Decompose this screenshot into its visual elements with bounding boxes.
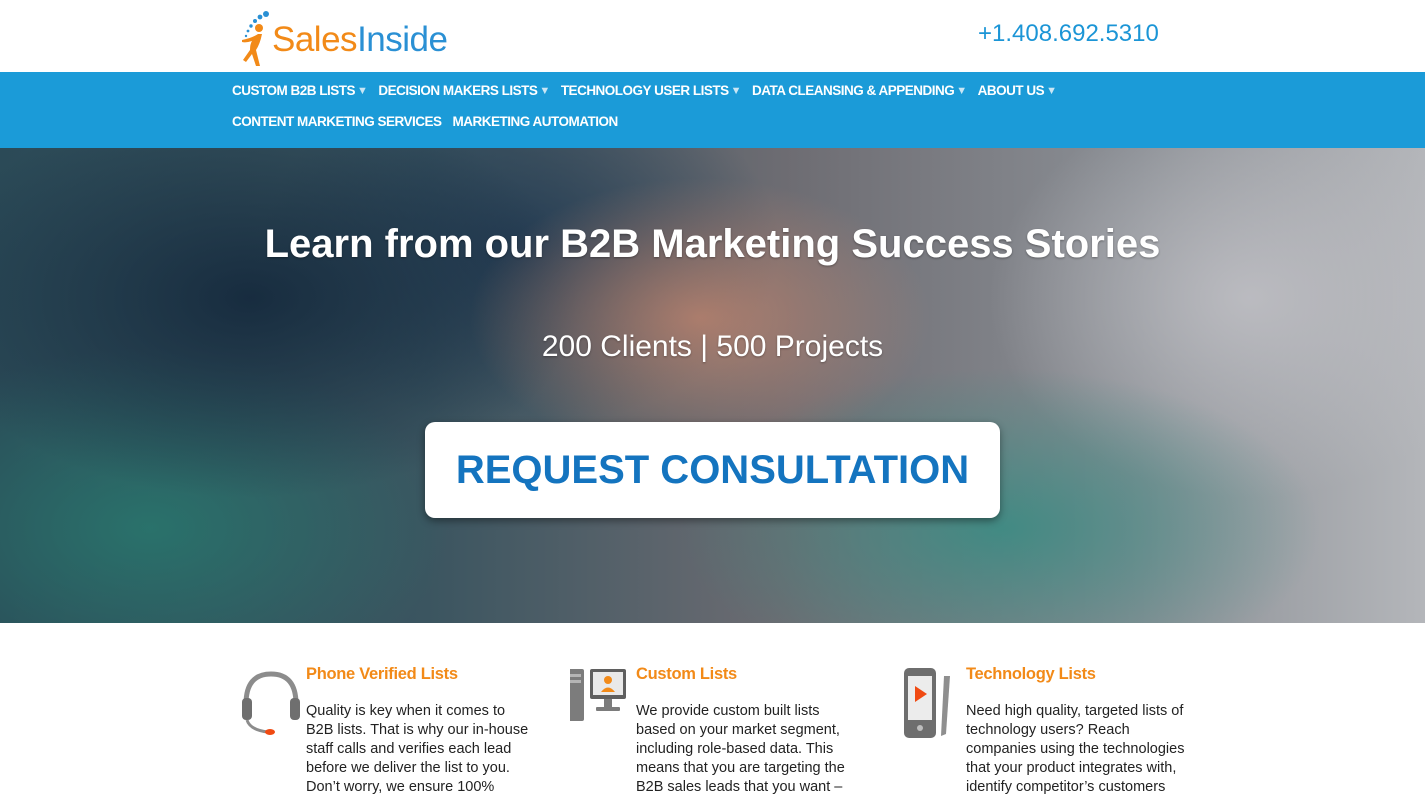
hero-subtitle: 200 Clients | 500 Projects	[541, 330, 884, 363]
nav-item-marketing-automation[interactable]: MARKETING AUTOMATION	[453, 114, 619, 129]
feature-text: Quality is key when it comes to B2B list…	[306, 703, 529, 795]
site-header: SalesInside +1.408.692.5310	[0, 0, 1425, 72]
nav-item-data-cleansing[interactable]: DATA CLEANSING & APPENDING ▼	[752, 83, 967, 98]
request-consultation-button[interactable]: REQUEST CONSULTATION	[425, 422, 1000, 518]
tablet-play-icon	[904, 668, 950, 738]
main-nav: CUSTOM B2B LISTS ▼ DECISION MAKERS LISTS ▼…	[0, 72, 1425, 148]
feature-text: We provide custom built lists based on y…	[636, 703, 845, 795]
phone-number[interactable]: +1.408.692.5310	[978, 20, 1159, 48]
nav-item-technology-user-lists[interactable]: TECHNOLOGY USER LISTS ▼	[561, 83, 742, 98]
dropdown-caret-icon: ▼	[539, 84, 550, 97]
nav-row-2: CONTENT MARKETING SERVICES MARKETING AUT…	[232, 114, 629, 129]
headset-icon	[242, 671, 300, 735]
nav-item-decision-makers-lists[interactable]: DECISION MAKERS LISTS ▼	[378, 83, 550, 98]
logo-figure-icon	[242, 11, 269, 66]
dropdown-caret-icon: ▼	[730, 84, 742, 97]
hero-banner: Learn from our B2B Marketing Success Sto…	[0, 148, 1425, 623]
hero-title: Learn from our B2B Marketing Success Sto…	[264, 222, 1161, 266]
dropdown-caret-icon: ▼	[357, 84, 368, 97]
logo[interactable]: SalesInside	[236, 10, 448, 68]
computer-user-icon	[570, 669, 626, 721]
feature-title[interactable]: Technology Lists	[966, 665, 1096, 684]
feature-title[interactable]: Phone Verified Lists	[306, 665, 458, 684]
dropdown-caret-icon: ▼	[956, 84, 967, 97]
feature-text: Need high quality, targeted lists of tec…	[966, 703, 1185, 795]
nav-item-about-us[interactable]: ABOUT US ▼	[978, 83, 1057, 98]
nav-item-content-marketing[interactable]: CONTENT MARKETING SERVICES	[232, 114, 442, 129]
dropdown-caret-icon: ▼	[1046, 84, 1057, 97]
nav-row-1: CUSTOM B2B LISTS ▼ DECISION MAKERS LISTS ▼…	[232, 83, 1068, 98]
nav-item-custom-b2b-lists[interactable]: CUSTOM B2B LISTS ▼	[232, 83, 368, 98]
feature-title[interactable]: Custom Lists	[636, 665, 737, 684]
logo-text: SalesInside	[272, 20, 448, 59]
